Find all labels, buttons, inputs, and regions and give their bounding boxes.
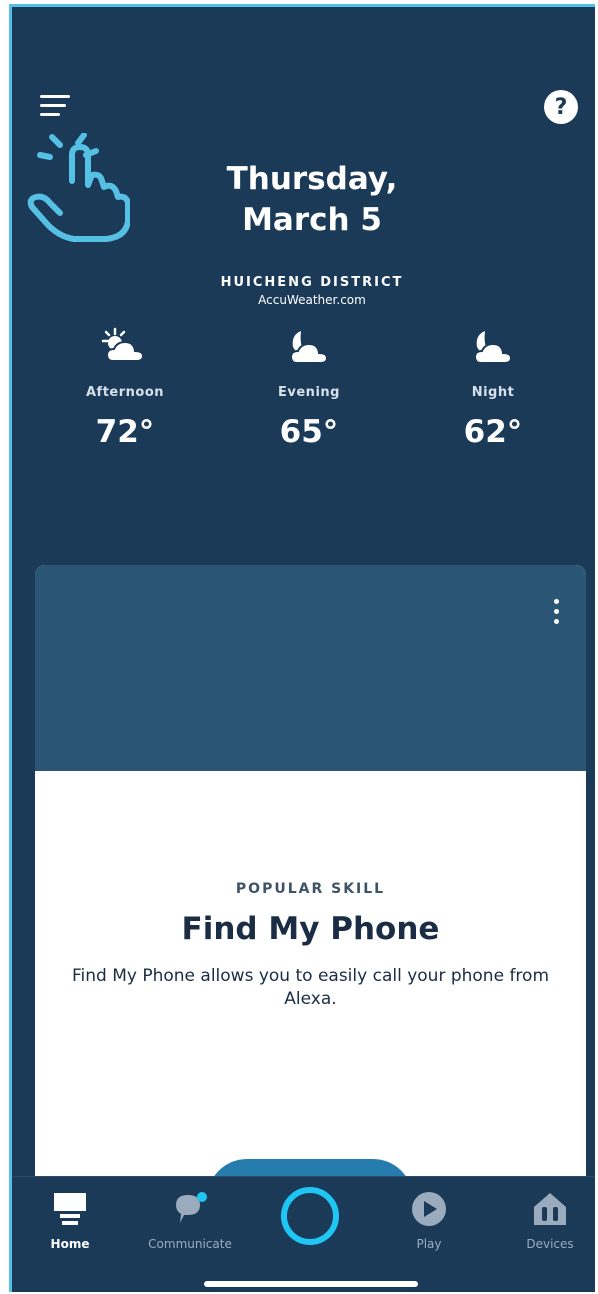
card-title: Find My Phone [181,911,440,947]
forecast-temperature: 62° [463,414,523,450]
tab-play[interactable]: Play [379,1191,479,1251]
date-weekday: Thursday, [226,161,398,197]
question-icon: ? [554,94,568,120]
forecast-period: Evening [278,385,340,400]
forecast-period: Afternoon [85,385,165,400]
tab-label: Communicate [148,1237,232,1251]
tab-home[interactable]: Home [20,1191,120,1251]
alexa-icon[interactable] [281,1187,339,1245]
card-body: POPULAR SKILL Find My Phone Find My Phon… [35,771,586,1011]
moon-cloud-icon [289,331,329,364]
play-icon [412,1192,446,1226]
tab-label: Play [416,1237,442,1251]
menu-icon-line [40,104,66,107]
help-button[interactable]: ? [544,90,578,124]
date-day: March 5 [242,202,382,238]
home-indicator[interactable] [204,1281,418,1287]
tab-label: Devices [526,1237,574,1251]
card-image-area [35,565,586,771]
devices-icon [534,1193,566,1225]
kebab-dot [554,599,559,604]
tab-label: Home [50,1237,90,1251]
weather-location: HUICHENG DISTRICT [220,275,404,290]
forecast-temperature: 65° [279,414,339,450]
forecast-temperature: 72° [95,414,155,450]
forecast-afternoon: Afternoon 72° [60,325,190,450]
home-icon [54,1193,86,1225]
menu-icon-line [40,113,60,116]
moon-cloud-icon [473,331,513,364]
sun-cloud-icon [101,327,145,362]
weather-source[interactable]: AccuWeather.com [132,293,492,307]
tab-communicate[interactable]: Communicate [140,1191,240,1251]
tap-hand-icon [27,133,130,242]
tab-devices[interactable]: Devices [500,1191,595,1251]
forecast-night: Night 62° [428,325,558,450]
app-screen: ? Thursday, March 5 HUICHENG DISTRICT Ac… [9,4,595,1292]
menu-button[interactable] [40,93,72,121]
date-heading: Thursday, March 5 [162,159,462,241]
forecast-evening: Evening 65° [244,325,374,450]
kebab-dot [554,619,559,624]
card-description: Find My Phone allows you to easily call … [71,966,550,1009]
card-eyebrow: POPULAR SKILL [235,881,386,897]
chat-icon [176,1192,207,1223]
forecast-period: Night [471,385,515,400]
kebab-dot [554,609,559,614]
menu-icon-line [40,95,70,98]
bottom-tab-bar: Home Communicate Play Devices [12,1176,595,1292]
more-options-icon[interactable] [552,599,562,629]
